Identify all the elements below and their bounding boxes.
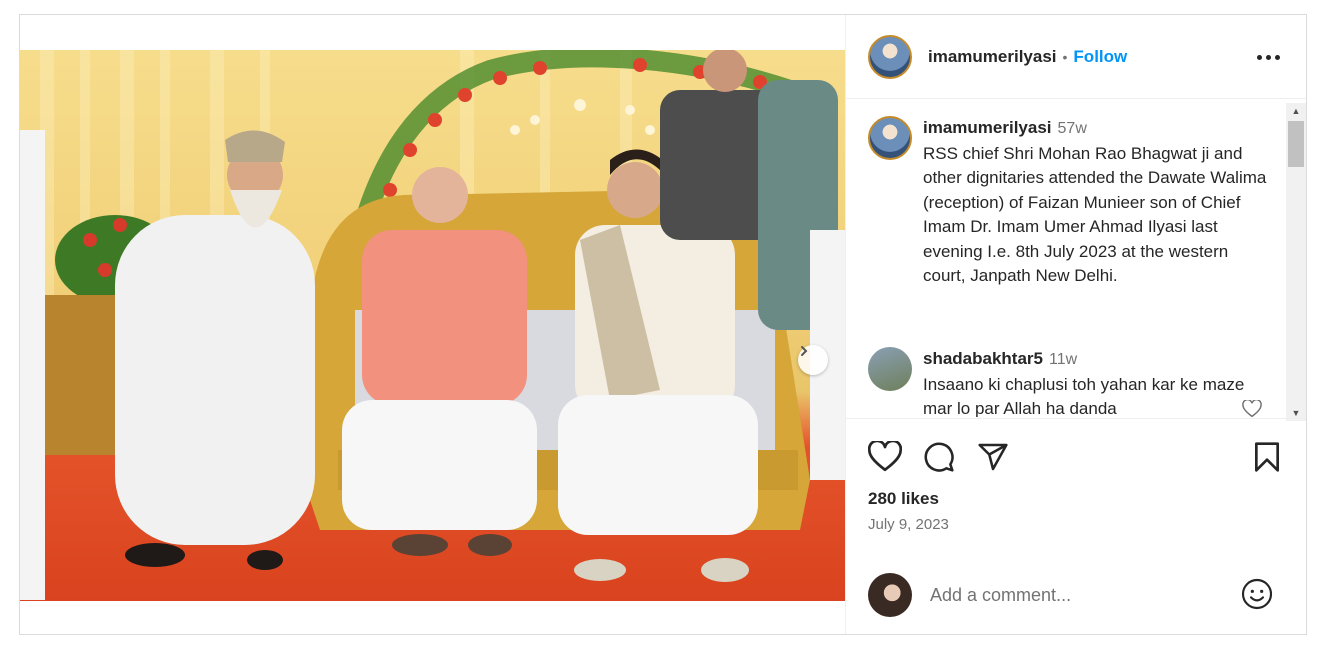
post-header: imamumerilyasi • Follow [846,15,1306,99]
post-date[interactable]: July 9, 2023 [868,516,949,533]
header-separator: • [1062,48,1068,65]
more-options-button[interactable] [1257,55,1280,60]
emoji-icon[interactable] [1241,578,1273,610]
more-icon [1257,55,1262,60]
comment-text: Insaano ki chaplusi toh yahan kar ke maz… [923,374,1245,418]
bookmark-icon[interactable] [1253,441,1281,473]
photo-illustration [20,50,845,600]
heart-icon[interactable] [868,441,902,473]
comment-input[interactable] [930,584,1230,606]
likes-count[interactable]: 280 likes [868,489,939,509]
comment-like-heart-icon[interactable] [1242,400,1262,417]
caption-username[interactable]: imamumerilyasi [923,118,1052,137]
commenter-avatar[interactable] [868,347,912,391]
post-card: imamumerilyasi • Follow imamumerilyasi 57… [19,14,1307,635]
scroll-thumb[interactable] [1288,121,1304,167]
chevron-right-icon [801,346,808,356]
comments-list: imamumerilyasi 57w RSS chief Shri Mohan R… [846,100,1306,417]
comment-composer [846,555,1306,634]
caption-avatar[interactable] [868,116,912,160]
comments-scrollbar[interactable]: ▲ ▼ [1286,103,1306,421]
author-username[interactable]: imamumerilyasi [928,47,1057,67]
comment-time[interactable]: 11w [1049,351,1077,368]
list-item: shadabakhtar5 11w Insaano ki chaplusi toh… [868,347,1268,417]
author-avatar[interactable] [868,34,912,79]
comment-username[interactable]: shadabakhtar5 [923,349,1043,368]
comment-icon[interactable] [923,441,955,473]
post-photo[interactable] [20,50,845,601]
share-icon[interactable] [977,441,1009,473]
caption-time[interactable]: 57w [1058,120,1087,137]
caption-text: RSS chief Shri Mohan Rao Bhagwat ji and … [923,143,1267,286]
post-side-panel: imamumerilyasi • Follow imamumerilyasi 57… [845,15,1306,634]
next-image-button[interactable] [798,345,828,375]
follow-button[interactable]: Follow [1073,47,1127,67]
scroll-up-arrow-icon[interactable]: ▲ [1286,103,1306,119]
post-media [20,15,845,634]
caption-comment: imamumerilyasi 57w RSS chief Shri Mohan R… [868,116,1268,289]
current-user-avatar [868,573,912,617]
